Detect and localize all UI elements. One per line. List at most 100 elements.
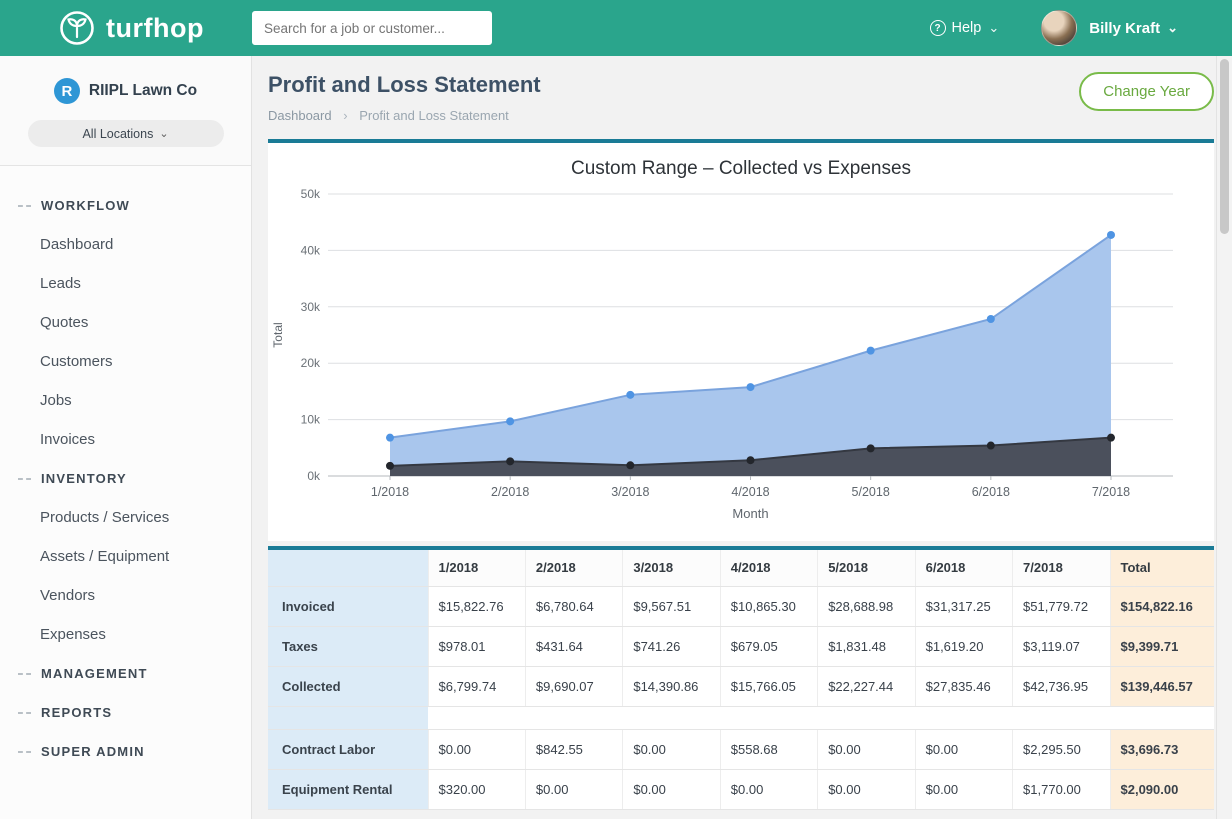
value-cell: $0.00 [915,729,1012,769]
sidebar-item-dashboard[interactable]: Dashboard [0,225,251,264]
svg-text:4/2018: 4/2018 [731,485,769,499]
locations-dropdown[interactable]: All Locations ⌄ [28,120,224,147]
value-cell: $978.01 [428,626,525,666]
sidebar-section-management[interactable]: MANAGEMENT [0,654,251,693]
value-cell: $2,295.50 [1013,729,1110,769]
pl-table: 1/20182/20183/20184/20185/20186/20187/20… [268,550,1214,810]
sidebar-item-expenses[interactable]: Expenses [0,615,251,654]
svg-text:Month: Month [732,506,768,521]
section-label: WORKFLOW [41,198,130,213]
value-cell: $0.00 [720,769,817,809]
table-row: Collected$6,799.74$9,690.07$14,390.86$15… [268,666,1214,706]
row-label: Invoiced [268,586,428,626]
sidebar-item-jobs[interactable]: Jobs [0,381,251,420]
svg-text:50k: 50k [301,187,321,201]
turfhop-sprout-icon [58,9,96,47]
user-menu[interactable]: Billy Kraft ⌄ [1089,20,1178,37]
spacer-cell [1013,706,1110,729]
value-cell: $6,780.64 [525,586,622,626]
svg-text:40k: 40k [301,243,321,257]
value-cell: $31,317.25 [915,586,1012,626]
value-cell: $10,865.30 [720,586,817,626]
spacer-cell [720,706,817,729]
spacer-cell [525,706,622,729]
value-cell: $558.68 [720,729,817,769]
global-search-input[interactable] [252,11,492,45]
table-row: Contract Labor$0.00$842.55$0.00$558.68$0… [268,729,1214,769]
user-avatar[interactable] [1041,10,1077,46]
sidebar-item-products-services[interactable]: Products / Services [0,498,251,537]
spacer-cell [818,706,915,729]
spacer-cell [915,706,1012,729]
total-cell: $9,399.71 [1110,626,1214,666]
svg-text:10k: 10k [301,413,321,427]
sidebar-section-super-admin[interactable]: SUPER ADMIN [0,732,251,771]
total-cell: $154,822.16 [1110,586,1214,626]
svg-text:5/2018: 5/2018 [852,485,890,499]
value-cell: $3,119.07 [1013,626,1110,666]
vertical-scrollbar[interactable] [1216,56,1232,819]
table-card: 1/20182/20183/20184/20185/20186/20187/20… [268,546,1214,810]
row-label: Taxes [268,626,428,666]
row-label: Contract Labor [268,729,428,769]
scrollbar-thumb[interactable] [1220,59,1229,234]
sidebar-item-vendors[interactable]: Vendors [0,576,251,615]
value-cell: $1,770.00 [1013,769,1110,809]
svg-text:6/2018: 6/2018 [972,485,1010,499]
svg-text:3/2018: 3/2018 [611,485,649,499]
table-header-row: 1/20182/20183/20184/20185/20186/20187/20… [268,550,1214,586]
chart-card: Custom Range – Collected vs Expenses 0k1… [268,139,1214,541]
app-logo[interactable]: turfhop [0,9,252,47]
svg-text:2/2018: 2/2018 [491,485,529,499]
value-cell: $0.00 [428,729,525,769]
svg-text:7/2018: 7/2018 [1092,485,1130,499]
sidebar: R RIIPL Lawn Co All Locations ⌄ WORKFLOW… [0,56,252,819]
value-cell: $679.05 [720,626,817,666]
change-year-button[interactable]: Change Year [1079,72,1214,111]
sidebar-item-assets-equipment[interactable]: Assets / Equipment [0,537,251,576]
value-cell: $0.00 [525,769,622,809]
sidebar-section-workflow[interactable]: WORKFLOW [0,186,251,225]
company-row[interactable]: R RIIPL Lawn Co [16,78,235,104]
value-cell: $27,835.46 [915,666,1012,706]
month-column-header: 5/2018 [818,550,915,586]
sidebar-nav: WORKFLOW DashboardLeadsQuotesCustomersJob… [0,166,251,771]
value-cell: $9,567.51 [623,586,720,626]
value-cell: $15,822.76 [428,586,525,626]
breadcrumb-dashboard[interactable]: Dashboard [268,108,332,123]
svg-text:0k: 0k [307,469,321,483]
value-cell: $0.00 [915,769,1012,809]
sidebar-section-inventory[interactable]: INVENTORY [0,459,251,498]
month-column-header: 6/2018 [915,550,1012,586]
sidebar-item-leads[interactable]: Leads [0,264,251,303]
value-cell: $1,831.48 [818,626,915,666]
sidebar-item-quotes[interactable]: Quotes [0,303,251,342]
value-cell: $51,779.72 [1013,586,1110,626]
breadcrumb-separator-icon: › [343,108,347,123]
sidebar-section-reports[interactable]: REPORTS [0,693,251,732]
svg-text:1/2018: 1/2018 [371,485,409,499]
sidebar-item-customers[interactable]: Customers [0,342,251,381]
month-column-header: 3/2018 [623,550,720,586]
company-avatar: R [54,78,80,104]
total-cell: $3,696.73 [1110,729,1214,769]
help-icon: ? [930,20,946,36]
topbar: turfhop ? Help ⌄ Billy Kraft ⌄ [0,0,1232,56]
section-dash-icon [18,478,31,480]
locations-label: All Locations [82,127,153,141]
sidebar-item-invoices[interactable]: Invoices [0,420,251,459]
spacer-cell [268,706,428,729]
section-label: MANAGEMENT [41,666,148,681]
value-cell: $1,619.20 [915,626,1012,666]
brand-name: turfhop [106,13,204,44]
sidebar-company-block: R RIIPL Lawn Co All Locations ⌄ [0,56,251,166]
svg-text:30k: 30k [301,300,321,314]
chevron-down-icon: ⌄ [159,127,168,140]
month-column-header: 4/2018 [720,550,817,586]
total-cell: $139,446.57 [1110,666,1214,706]
total-column-header: Total [1110,550,1214,586]
help-menu[interactable]: ? Help ⌄ [930,20,1000,36]
value-cell: $0.00 [623,729,720,769]
breadcrumb-current: Profit and Loss Statement [359,108,509,123]
table-row: Invoiced$15,822.76$6,780.64$9,567.51$10,… [268,586,1214,626]
